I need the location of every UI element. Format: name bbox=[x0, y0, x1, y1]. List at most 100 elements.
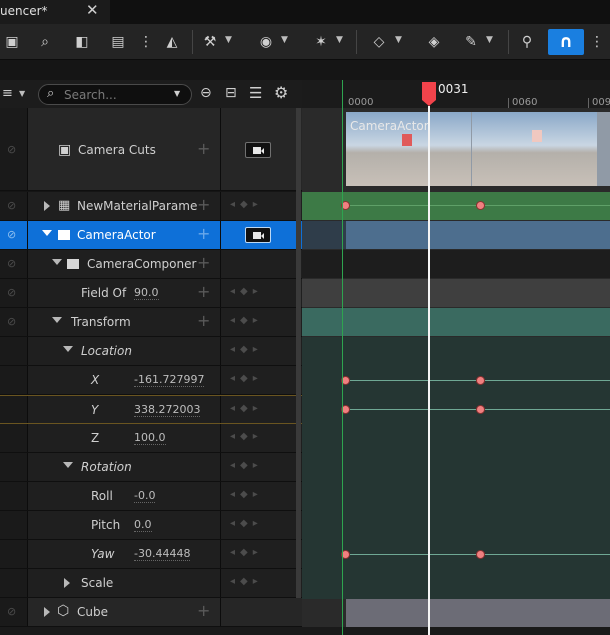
keyframe[interactable] bbox=[476, 201, 485, 210]
mute-icon[interactable]: ⊘ bbox=[7, 257, 16, 270]
collapse-icon[interactable] bbox=[42, 230, 52, 236]
add-track-icon[interactable]: + bbox=[197, 195, 210, 214]
key-navigation-icons[interactable]: ◂◆▸ bbox=[230, 576, 263, 587]
magnet-icon[interactable]: ∩ bbox=[548, 29, 584, 55]
track-transform[interactable]: ⊘ Transform + ◂◆▸ bbox=[0, 308, 302, 337]
track-rotation-yaw[interactable]: Yaw -30.44448 ◂◆▸ bbox=[0, 540, 302, 569]
mute-icon[interactable]: ⊘ bbox=[7, 199, 16, 212]
add-track-icon[interactable]: + bbox=[197, 601, 210, 620]
search-input[interactable] bbox=[64, 87, 174, 102]
render-camera-icon[interactable]: ◧ bbox=[71, 33, 93, 51]
add-track-icon[interactable]: + bbox=[197, 253, 210, 272]
curve-icon[interactable]: ◈ bbox=[423, 33, 445, 51]
add-track-icon[interactable]: + bbox=[197, 311, 210, 330]
sparkle-icon[interactable]: ✶ bbox=[310, 33, 332, 51]
add-track-icon[interactable]: + bbox=[197, 224, 210, 243]
track-rotation-pitch[interactable]: Pitch 0.0 ◂◆▸ bbox=[0, 511, 302, 540]
more-icon[interactable]: ⋮ bbox=[590, 33, 604, 51]
mute-icon[interactable]: ⊘ bbox=[7, 143, 16, 156]
key-navigation-icons[interactable]: ◂◆▸ bbox=[230, 489, 263, 500]
property-value[interactable]: 100.0 bbox=[134, 431, 166, 445]
view-icon[interactable]: ⊟ bbox=[225, 85, 237, 101]
track-scale[interactable]: Scale ◂◆▸ bbox=[0, 569, 302, 598]
keyframe[interactable] bbox=[476, 550, 485, 559]
chevron-down-icon[interactable]: ▼ bbox=[19, 89, 25, 98]
track-rotation[interactable]: Rotation ◂◆▸ bbox=[0, 453, 302, 482]
diamond-icon[interactable]: ◇ bbox=[368, 33, 390, 51]
chevron-down-icon[interactable]: ▼ bbox=[395, 35, 402, 45]
pin-icon[interactable]: ⚲ bbox=[518, 33, 536, 51]
chart-icon[interactable]: ◭ bbox=[160, 33, 184, 51]
expand-icon[interactable] bbox=[44, 201, 50, 211]
wrench-icon[interactable]: ⚒ bbox=[200, 33, 220, 51]
key-navigation-icons[interactable]: ◂◆▸ bbox=[230, 518, 263, 529]
track-rotation-roll[interactable]: Roll -0.0 ◂◆▸ bbox=[0, 482, 302, 511]
add-track-icon[interactable]: + bbox=[197, 282, 210, 301]
track-location[interactable]: Location ◂◆▸ bbox=[0, 337, 302, 366]
timecode-icon[interactable]: ⊖ bbox=[200, 85, 212, 101]
mute-icon[interactable]: ⊘ bbox=[7, 286, 16, 299]
collapse-icon[interactable] bbox=[52, 317, 62, 323]
chevron-down-icon[interactable]: ▼ bbox=[336, 35, 343, 45]
playhead-line[interactable] bbox=[428, 106, 430, 635]
keyframe[interactable] bbox=[476, 405, 485, 414]
field-of-view-track[interactable] bbox=[302, 279, 610, 307]
property-value[interactable]: -30.44448 bbox=[134, 547, 191, 561]
key-navigation-icons[interactable]: ◂◆▸ bbox=[230, 315, 263, 326]
chevron-down-icon[interactable]: ▼ bbox=[174, 89, 180, 98]
key-navigation-icons[interactable]: ◂◆▸ bbox=[230, 431, 263, 442]
track-camera-component[interactable]: ⊘ CameraComponer + bbox=[0, 250, 302, 279]
mute-icon[interactable]: ⊘ bbox=[7, 228, 16, 241]
expand-icon[interactable] bbox=[44, 607, 50, 617]
camera-lock-button[interactable] bbox=[245, 227, 271, 243]
close-tab-icon[interactable]: ✕ bbox=[86, 1, 99, 19]
track-material-parameters[interactable]: ⊘ ▦ NewMaterialParame + ◂◆▸ bbox=[0, 192, 302, 221]
mute-icon[interactable]: ⊘ bbox=[7, 315, 16, 328]
property-value[interactable]: -161.727997 bbox=[134, 373, 205, 387]
key-navigation-icons[interactable]: ◂◆▸ bbox=[230, 286, 263, 297]
key-navigation-icons[interactable]: ◂◆▸ bbox=[230, 199, 263, 210]
camera-actor-track[interactable] bbox=[346, 221, 610, 249]
add-track-icon[interactable]: + bbox=[197, 139, 210, 158]
collapse-icon[interactable] bbox=[52, 259, 62, 265]
chevron-down-icon[interactable]: ▼ bbox=[281, 35, 288, 45]
key-navigation-icons[interactable]: ◂◆▸ bbox=[230, 547, 263, 558]
brush-icon[interactable]: ✎ bbox=[460, 33, 482, 51]
more-icon[interactable]: ⋮ bbox=[139, 33, 153, 51]
property-value[interactable]: 338.272003 bbox=[134, 403, 201, 417]
key-navigation-icons[interactable]: ◂◆▸ bbox=[230, 373, 263, 384]
property-value[interactable]: -0.0 bbox=[134, 489, 156, 503]
cube-track[interactable] bbox=[346, 599, 610, 627]
track-field-of-view[interactable]: ⊘ Field Of 90.0 + ◂◆▸ bbox=[0, 279, 302, 308]
key-navigation-icons[interactable]: ◂◆▸ bbox=[230, 344, 263, 355]
clapper-icon[interactable]: ▤ bbox=[107, 33, 129, 51]
material-icon: ▦ bbox=[58, 198, 71, 213]
eye-icon[interactable]: ◉ bbox=[255, 33, 277, 51]
track-cube[interactable]: ⊘ ⬡ Cube + bbox=[0, 598, 302, 627]
track-camera-actor[interactable]: ⊘ CameraActor + bbox=[0, 221, 302, 250]
settings-icon[interactable]: ⚙ bbox=[274, 83, 288, 102]
track-location-x[interactable]: X -161.727997 ◂◆▸ bbox=[0, 366, 302, 395]
save-icon[interactable]: ▣ bbox=[4, 33, 20, 51]
mute-icon[interactable]: ⊘ bbox=[7, 605, 16, 618]
outliner-scrollbar[interactable] bbox=[296, 108, 301, 598]
chevron-down-icon[interactable]: ▼ bbox=[225, 35, 232, 45]
transform-track[interactable] bbox=[302, 308, 610, 336]
camera-lock-button[interactable] bbox=[245, 142, 271, 158]
keyframe[interactable] bbox=[476, 376, 485, 385]
track-location-y[interactable]: Y 338.272003 ◂◆▸ bbox=[0, 395, 302, 424]
browse-icon[interactable]: ⌕ bbox=[34, 33, 56, 51]
chevron-down-icon[interactable]: ▼ bbox=[486, 35, 493, 45]
filter-icon[interactable]: ≡ bbox=[2, 86, 13, 101]
key-navigation-icons[interactable]: ◂◆▸ bbox=[230, 460, 263, 471]
track-camera-cuts[interactable]: ⊘ ▣ Camera Cuts + bbox=[0, 108, 302, 191]
property-value[interactable]: 90.0 bbox=[134, 286, 159, 300]
camera-component-track[interactable] bbox=[302, 250, 610, 278]
list-icon[interactable]: ☰ bbox=[249, 84, 262, 102]
track-location-z[interactable]: Z 100.0 ◂◆▸ bbox=[0, 424, 302, 453]
property-value[interactable]: 0.0 bbox=[134, 518, 152, 532]
collapse-icon[interactable] bbox=[63, 346, 73, 352]
collapse-icon[interactable] bbox=[63, 462, 73, 468]
expand-icon[interactable] bbox=[64, 578, 70, 588]
key-navigation-icons[interactable]: ◂◆▸ bbox=[230, 403, 263, 414]
